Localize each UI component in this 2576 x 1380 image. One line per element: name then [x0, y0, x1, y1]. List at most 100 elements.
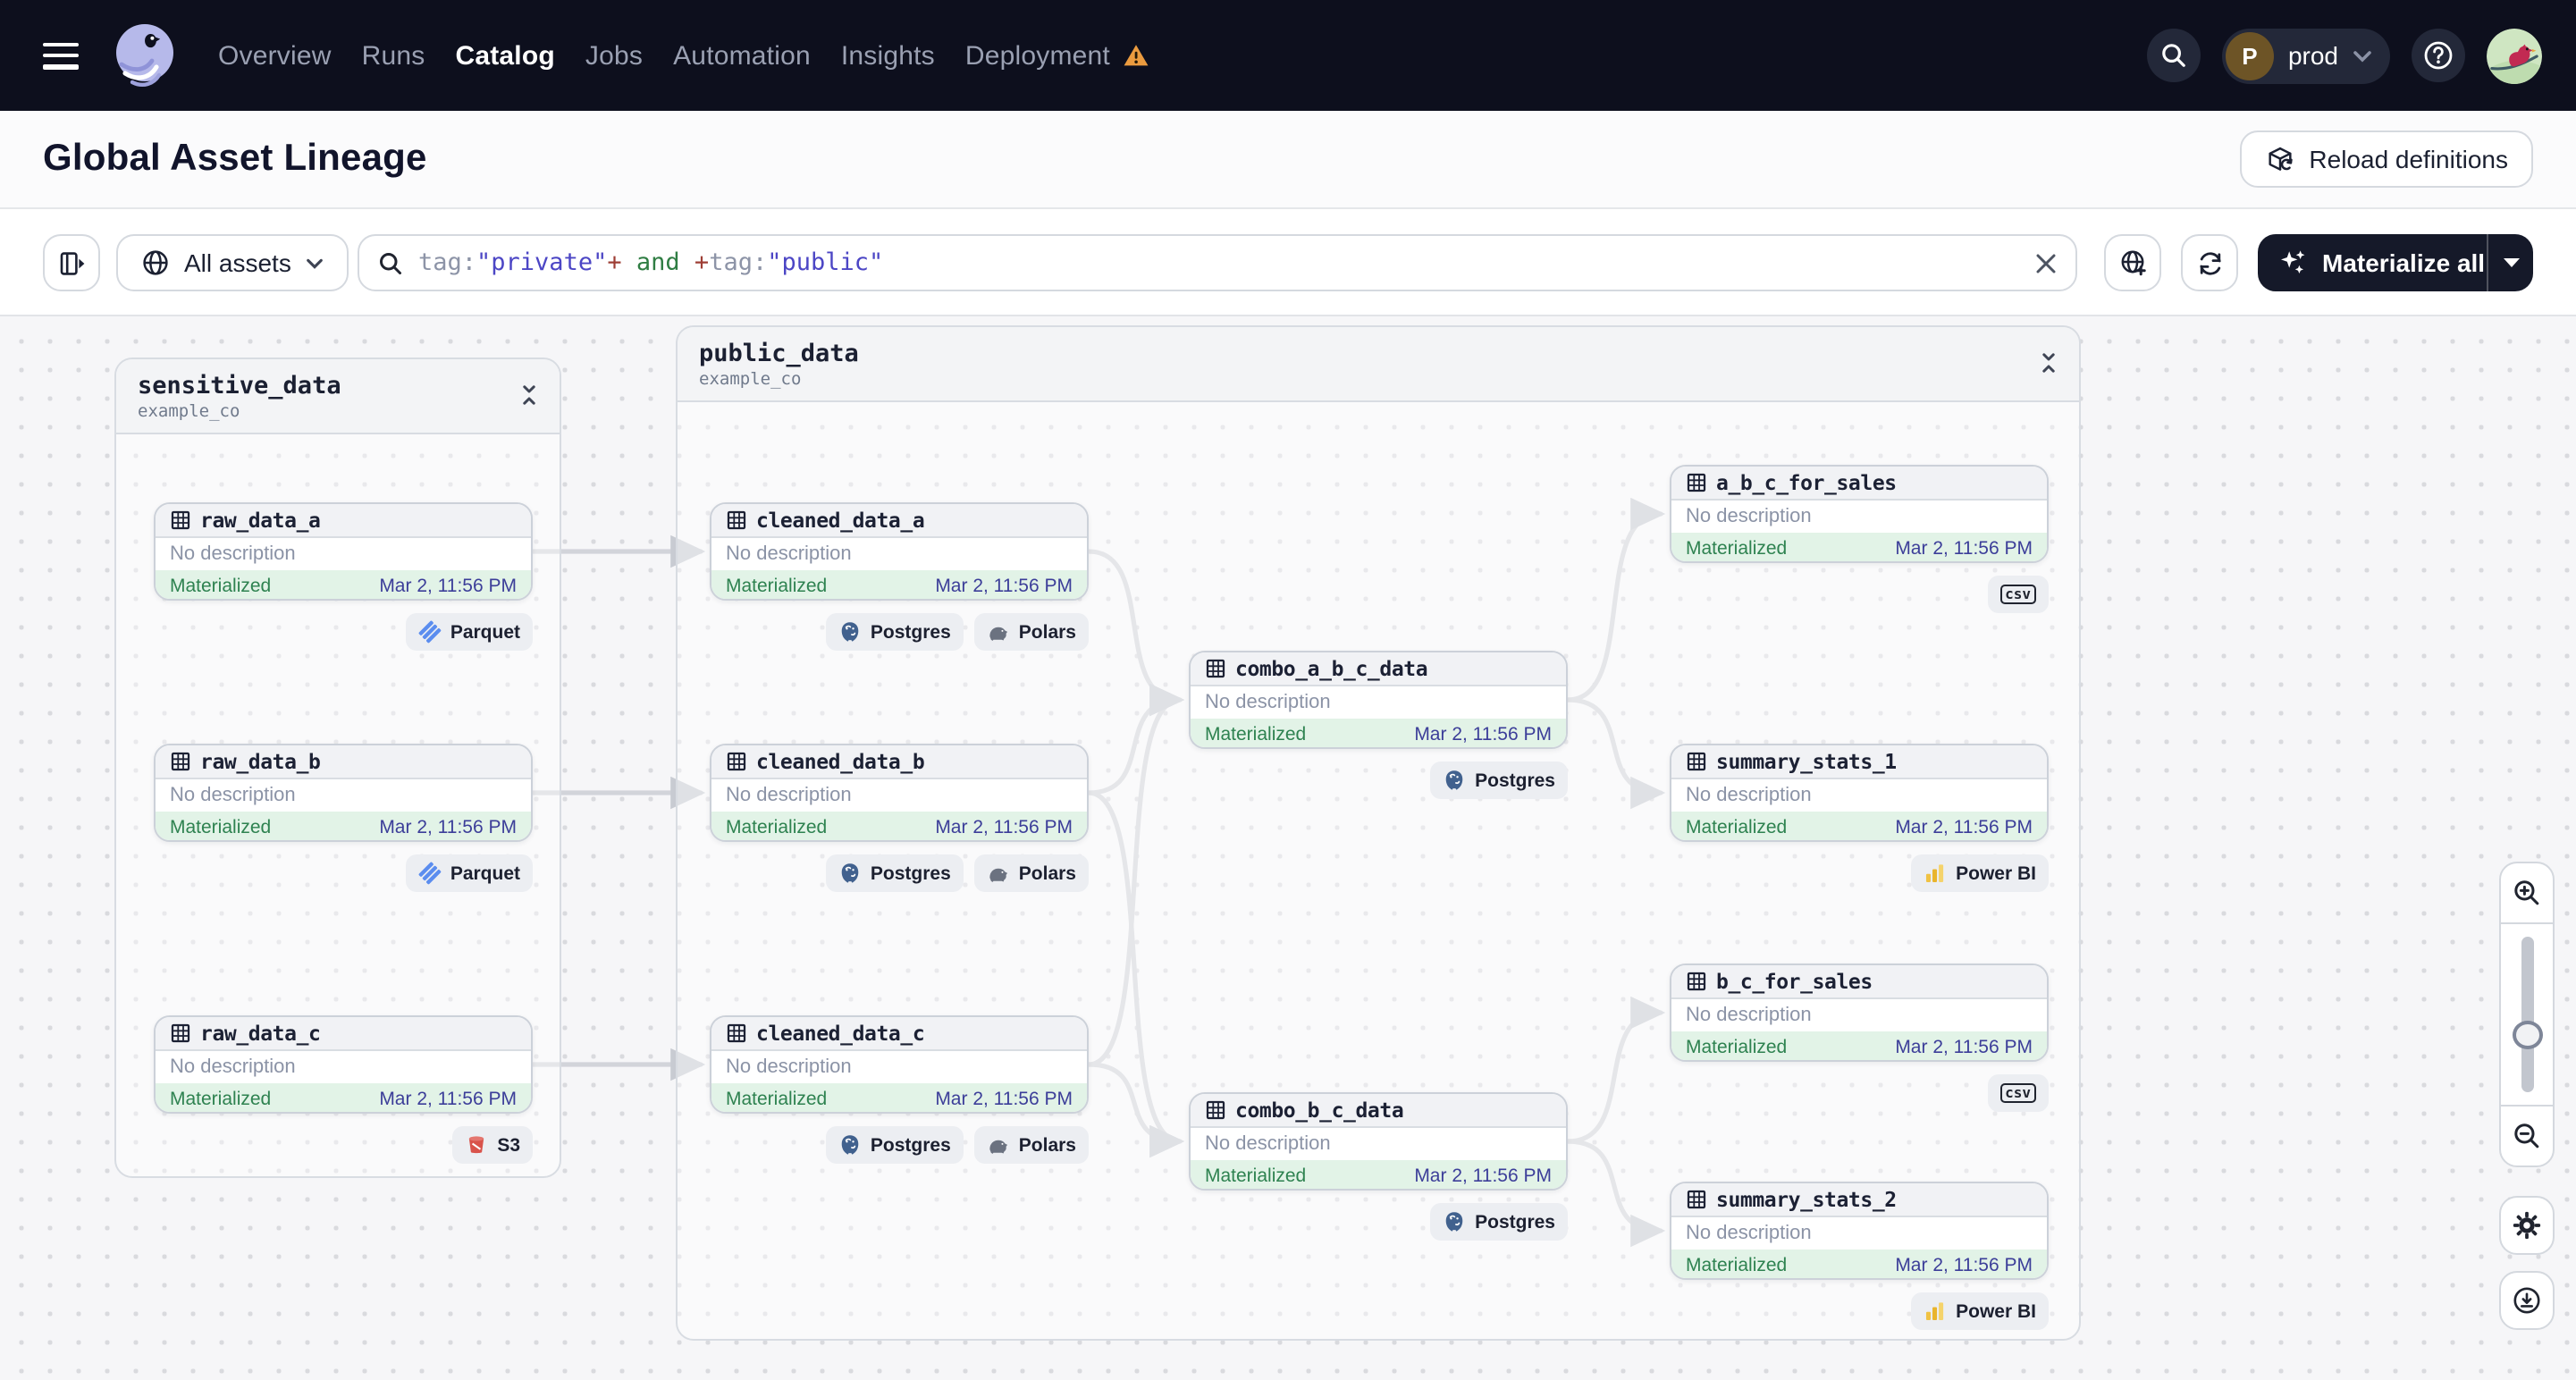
zoom-slider[interactable] — [2501, 924, 2553, 1105]
kind-badge-polars[interactable]: Polars — [973, 613, 1089, 651]
search-button[interactable] — [2146, 29, 2201, 82]
asset-name: a_b_c_for_sales — [1716, 470, 1897, 495]
environment-switcher[interactable]: P prod — [2221, 28, 2390, 83]
asset-timestamp: Mar 2, 11:56 PM — [1414, 723, 1552, 745]
materialize-options-button[interactable] — [2487, 234, 2533, 291]
asset-scope-dropdown[interactable]: All assets — [116, 234, 349, 291]
kind-badge-csv[interactable]: csv — [1987, 1074, 2049, 1112]
dagster-logo-icon[interactable] — [104, 14, 186, 97]
kind-badge-postgres[interactable]: Postgres — [825, 613, 964, 651]
kind-badge-parquet[interactable]: Parquet — [405, 854, 533, 892]
asset-badges: Power BI — [1670, 1292, 2049, 1330]
user-avatar[interactable] — [2487, 28, 2542, 83]
asset-status-row: Materialized Mar 2, 11:56 PM — [1671, 812, 2047, 840]
asset-status: Materialized — [726, 575, 828, 596]
nav-item-deployment[interactable]: Deployment — [965, 40, 1149, 71]
query-token: tag: — [709, 248, 768, 277]
kind-badge-power-bi[interactable]: Power BI — [1911, 854, 2049, 892]
asset-node-b_c_for_sales[interactable]: b_c_for_sales No description Materialize… — [1670, 963, 2049, 1062]
reload-definitions-button[interactable]: Reload definitions — [2239, 130, 2533, 188]
kind-badge-label: Power BI — [1956, 862, 2036, 884]
zoom-slider-thumb[interactable] — [2512, 1021, 2542, 1049]
asset-description: No description — [1205, 692, 1331, 713]
asset-name: raw_data_c — [200, 1021, 321, 1046]
kind-badge-parquet[interactable]: Parquet — [405, 613, 533, 651]
asset-node-cleaned_data_a[interactable]: cleaned_data_a No description Materializ… — [710, 502, 1089, 601]
nav-item-automation[interactable]: Automation — [673, 40, 811, 71]
chevron-down-icon — [2353, 50, 2371, 62]
asset-node-summary_stats_2[interactable]: summary_stats_2 No description Materiali… — [1670, 1182, 2049, 1280]
nav-item-jobs[interactable]: Jobs — [585, 40, 643, 71]
postgres-icon — [1443, 769, 1466, 792]
refresh-icon — [2199, 251, 2220, 274]
asset-node-combo_b_c_data[interactable]: combo_b_c_data No description Materializ… — [1189, 1092, 1568, 1191]
hamburger-menu-icon[interactable] — [43, 42, 79, 69]
group-header[interactable]: sensitive_data example_co — [116, 359, 560, 434]
download-image-button[interactable] — [2499, 1271, 2555, 1330]
nav-item-label: Automation — [673, 40, 811, 71]
collapse-group-icon — [2042, 353, 2055, 373]
asset-name: summary_stats_2 — [1716, 1187, 1897, 1212]
kind-badge-label: Polars — [1018, 621, 1076, 643]
kind-badge-polars[interactable]: Polars — [973, 854, 1089, 892]
asset-description: No description — [1205, 1133, 1331, 1155]
collapse-group-button[interactable] — [2034, 349, 2063, 377]
kind-badge-label: Polars — [1018, 862, 1076, 884]
asset-description: No description — [726, 1056, 852, 1078]
kind-badge-postgres[interactable]: Postgres — [825, 1126, 964, 1164]
asset-node-cleaned_data_c[interactable]: cleaned_data_c No description Materializ… — [710, 1015, 1089, 1114]
nav-item-label: Deployment — [964, 40, 1110, 71]
kind-badge-s3[interactable]: S3 — [452, 1126, 533, 1164]
asset-badges: Postgres Polars — [710, 854, 1089, 892]
clear-query-icon[interactable] — [2034, 251, 2058, 274]
nav-item-runs[interactable]: Runs — [362, 40, 425, 71]
refresh-button[interactable] — [2181, 234, 2238, 291]
zoom-out-button[interactable] — [2501, 1105, 2553, 1165]
kind-badge-postgres[interactable]: Postgres — [825, 854, 964, 892]
asset-node-cleaned_data_b[interactable]: cleaned_data_b No description Materializ… — [710, 744, 1089, 842]
kind-badge-label: Power BI — [1956, 1300, 2036, 1322]
asset-status-row: Materialized Mar 2, 11:56 PM — [156, 1083, 531, 1112]
asset-name: summary_stats_1 — [1716, 749, 1897, 774]
table-asset-icon — [171, 510, 190, 530]
view-selection-button[interactable] — [2104, 234, 2161, 291]
kind-badge-postgres[interactable]: Postgres — [1430, 1203, 1568, 1241]
group-header[interactable]: public_data example_co — [678, 327, 2079, 402]
asset-node-raw_data_b[interactable]: raw_data_b No description Materialized M… — [154, 744, 533, 842]
help-icon — [2424, 41, 2453, 70]
table-asset-icon — [727, 1023, 746, 1043]
search-icon — [380, 252, 401, 273]
help-button[interactable] — [2412, 29, 2465, 82]
asset-node-summary_stats_1[interactable]: summary_stats_1 No description Materiali… — [1670, 744, 2049, 842]
open-left-panel-button[interactable] — [43, 234, 100, 291]
kind-badge-polars[interactable]: Polars — [973, 1126, 1089, 1164]
collapse-group-button[interactable] — [515, 381, 543, 409]
asset-selection-input[interactable]: tag:"private"+ and +tag:"public" — [358, 234, 2077, 291]
asset-status: Materialized — [1686, 816, 1788, 837]
kind-badge-postgres[interactable]: Postgres — [1430, 762, 1568, 799]
asset-timestamp: Mar 2, 11:56 PM — [1895, 816, 2033, 837]
asset-node-a_b_c_for_sales[interactable]: a_b_c_for_sales No description Materiali… — [1670, 465, 2049, 563]
asset-node-raw_data_a[interactable]: raw_data_a No description Materialized M… — [154, 502, 533, 601]
kind-badge-power-bi[interactable]: Power BI — [1911, 1292, 2049, 1330]
kind-badge-label: Postgres — [1475, 770, 1555, 791]
table-asset-icon — [1206, 1100, 1225, 1120]
nav-item-overview[interactable]: Overview — [218, 40, 332, 71]
avatar-bird-image — [2487, 28, 2542, 83]
asset-node-raw_data_c[interactable]: raw_data_c No description Materialized M… — [154, 1015, 533, 1114]
asset-badges: Power BI — [1670, 854, 2049, 892]
nav-item-insights[interactable]: Insights — [841, 40, 935, 71]
zoom-in-button[interactable] — [2501, 863, 2553, 924]
kind-badge-csv[interactable]: csv — [1987, 576, 2049, 613]
materialize-all-button[interactable]: Materialize all — [2258, 248, 2487, 277]
nav-item-catalog[interactable]: Catalog — [455, 40, 554, 71]
asset-timestamp: Mar 2, 11:56 PM — [379, 575, 517, 596]
zoom-slider-track[interactable] — [2521, 937, 2533, 1092]
graph-settings-button[interactable] — [2499, 1196, 2555, 1255]
asset-node-combo_a_b_c_data[interactable]: combo_a_b_c_data No description Material… — [1189, 651, 1568, 749]
asset-description: No description — [1686, 1005, 1812, 1026]
asset-status: Materialized — [170, 575, 272, 596]
polars-icon — [987, 620, 1010, 644]
lineage-canvas[interactable]: sensitive_data example_co public_data ex… — [0, 316, 2576, 1380]
asset-status: Materialized — [170, 816, 272, 837]
